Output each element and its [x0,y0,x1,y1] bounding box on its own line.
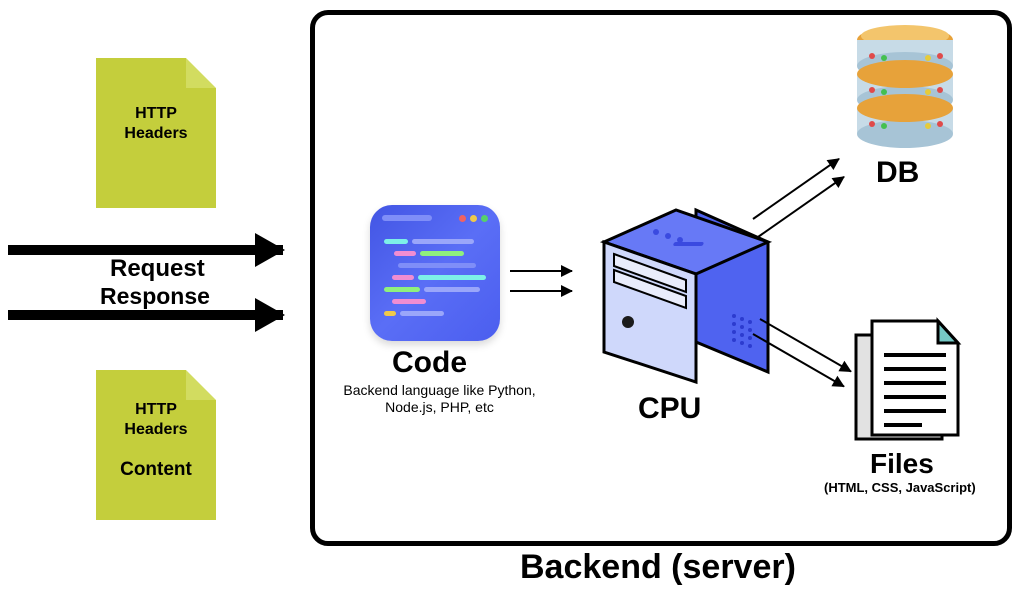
files-label: Files [870,448,934,480]
db-label: DB [876,156,919,190]
doc-text-line: HTTP [135,400,177,420]
response-headers-doc: HTTP Headers Content [96,370,216,520]
database-icon [850,22,960,152]
arrow-code-to-cpu [510,270,572,272]
doc-content-label: Content [120,458,192,482]
code-editor-icon [370,205,500,341]
doc-text-line: Headers [124,124,187,144]
files-icon [850,315,970,445]
request-arrow [8,245,283,255]
code-label: Code [392,346,467,380]
code-sublabel: Backend language like Python, Node.js, P… [332,382,547,416]
response-label: Response [100,283,210,310]
request-headers-doc: HTTP Headers [96,58,216,208]
arrow-code-to-cpu [510,290,572,292]
doc-text-line: HTTP [135,104,177,124]
files-sublabel: (HTML, CSS, JavaScript) [824,480,976,495]
response-arrow [8,310,283,320]
cpu-label: CPU [638,392,701,426]
cpu-tower-icon [586,182,776,392]
request-label: Request [110,255,205,283]
doc-text-line: Headers [124,420,187,440]
backend-title: Backend (server) [520,548,796,587]
